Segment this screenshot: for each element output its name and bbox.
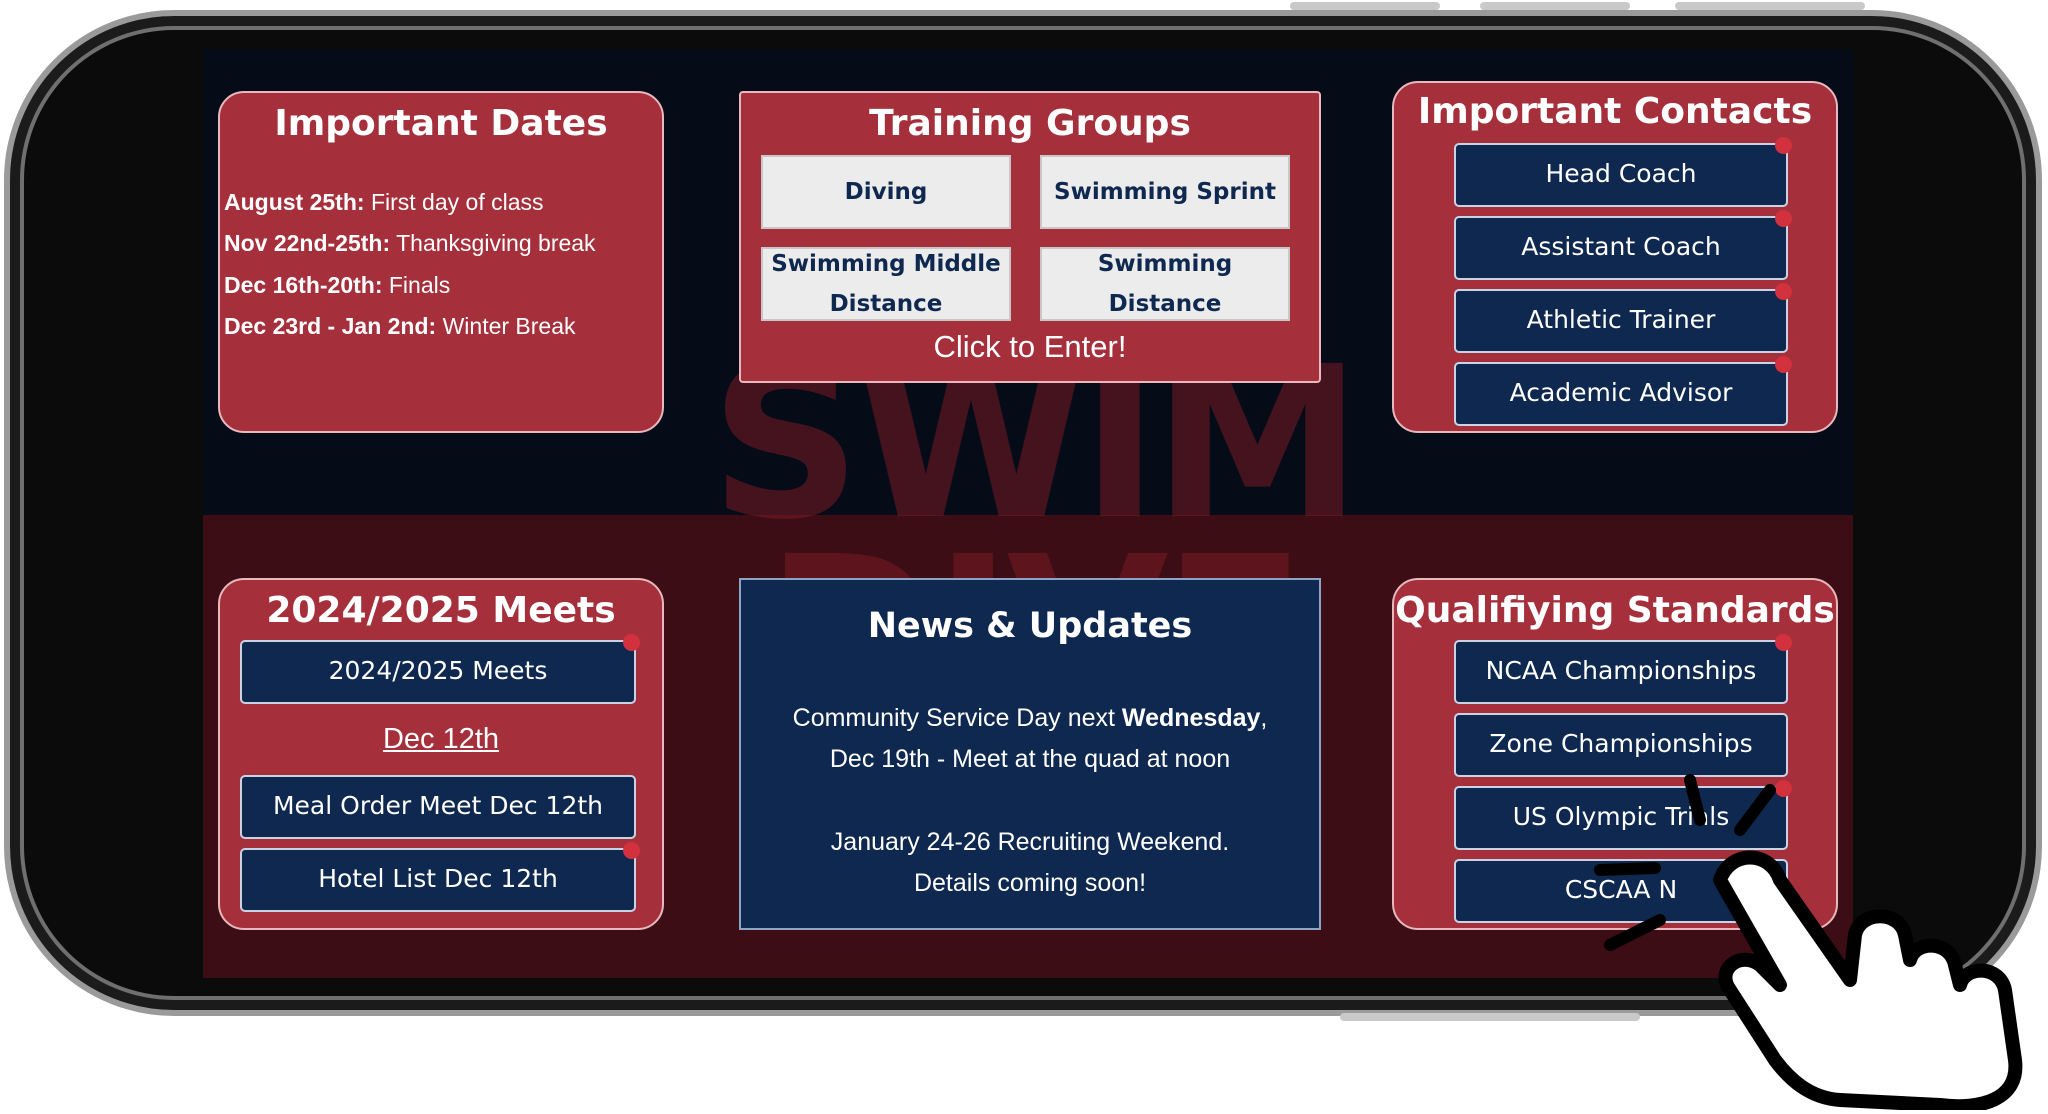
date-item: Dec 16th-20th: Finals — [224, 272, 451, 298]
news-title: News & Updates — [867, 606, 1193, 646]
date-item: August 25th: First day of class — [224, 189, 544, 215]
diving-button[interactable]: Diving — [761, 155, 1011, 229]
swimming-middle-distance-button[interactable]: Swimming Middle Distance — [761, 247, 1011, 321]
notification-dot — [1775, 634, 1792, 651]
notification-dot — [1775, 283, 1792, 300]
date-item: Nov 22nd-25th: Thanksgiving break — [224, 230, 596, 256]
news-updates-panel: News & Updates Community Service Day nex… — [739, 578, 1321, 930]
date-item: Dec 23rd - Jan 2nd: Winter Break — [224, 313, 576, 339]
important-contacts-card: Important Contacts Head Coach Assistant … — [1392, 81, 1838, 433]
swimming-sprint-button[interactable]: Swimming Sprint — [1040, 155, 1290, 229]
phone-button-top-1 — [1290, 2, 1440, 10]
dec-12th-link[interactable]: Dec 12th — [220, 723, 662, 756]
news-line-2: Dec 19th - Meet at the quad at noon — [829, 745, 1231, 773]
meets-schedule-button[interactable]: 2024/2025 Meets — [240, 634, 640, 704]
head-coach-button[interactable]: Head Coach — [1454, 137, 1792, 207]
notification-dot — [623, 634, 640, 651]
phone-button-top-3 — [1675, 2, 1865, 10]
hotel-list-button[interactable]: Hotel List Dec 12th — [240, 842, 640, 912]
training-groups-card: Training Groups Diving Swimming Sprint S… — [739, 91, 1321, 383]
notification-dot — [1775, 210, 1792, 227]
important-dates-card: Important Dates August 25th: First day o… — [218, 91, 664, 433]
notification-dot — [1775, 137, 1792, 154]
training-groups-title: Training Groups — [869, 103, 1191, 144]
news-line-4: Details coming soon! — [913, 869, 1147, 897]
click-to-enter-text: Click to Enter! — [933, 329, 1127, 364]
meal-order-button[interactable]: Meal Order Meet Dec 12th — [240, 775, 636, 839]
athletic-trainer-button[interactable]: Athletic Trainer — [1454, 283, 1792, 353]
phone-button-top-2 — [1480, 2, 1630, 10]
news-line-1: Community Service Day next Wednesday, — [792, 704, 1268, 732]
qualifying-standards-title: Qualifiying Standards — [1395, 590, 1835, 631]
meets-title: 2024/2025 Meets — [266, 590, 616, 631]
academic-advisor-button[interactable]: Academic Advisor — [1454, 356, 1792, 426]
news-line-3: January 24-26 Recruiting Weekend. — [830, 828, 1230, 856]
notification-dot — [623, 842, 640, 859]
notification-dot — [1775, 356, 1792, 373]
assistant-coach-button[interactable]: Assistant Coach — [1454, 210, 1792, 280]
important-dates-title: Important Dates — [274, 103, 608, 144]
meets-card: 2024/2025 Meets 2024/2025 Meets Dec 12th… — [218, 578, 664, 930]
zone-championships-button[interactable]: Zone Championships — [1454, 713, 1788, 777]
important-contacts-title: Important Contacts — [1417, 91, 1813, 132]
swimming-distance-button[interactable]: Swimming Distance — [1040, 247, 1290, 321]
ncaa-championships-button[interactable]: NCAA Championships — [1454, 634, 1792, 704]
hand-pointer-icon — [1594, 774, 2023, 1110]
